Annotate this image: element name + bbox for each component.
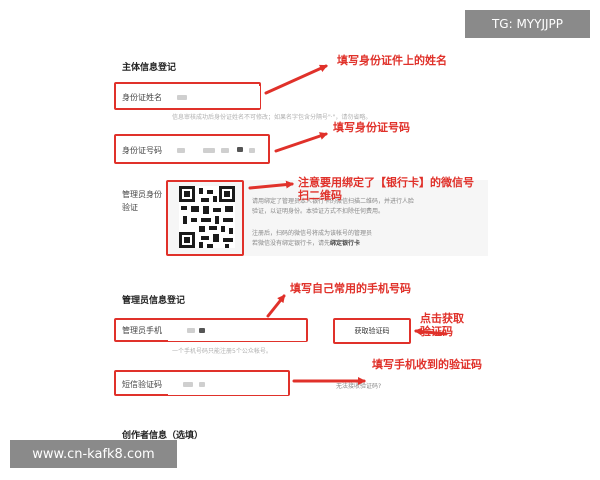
arrow-phone-icon bbox=[266, 294, 286, 318]
arrow-name-icon bbox=[264, 64, 328, 95]
arrow-get-code-icon bbox=[414, 327, 448, 336]
annotation-arrows bbox=[248, 64, 448, 385]
arrow-qr-icon bbox=[248, 180, 294, 190]
arrow-id-icon bbox=[274, 132, 328, 153]
